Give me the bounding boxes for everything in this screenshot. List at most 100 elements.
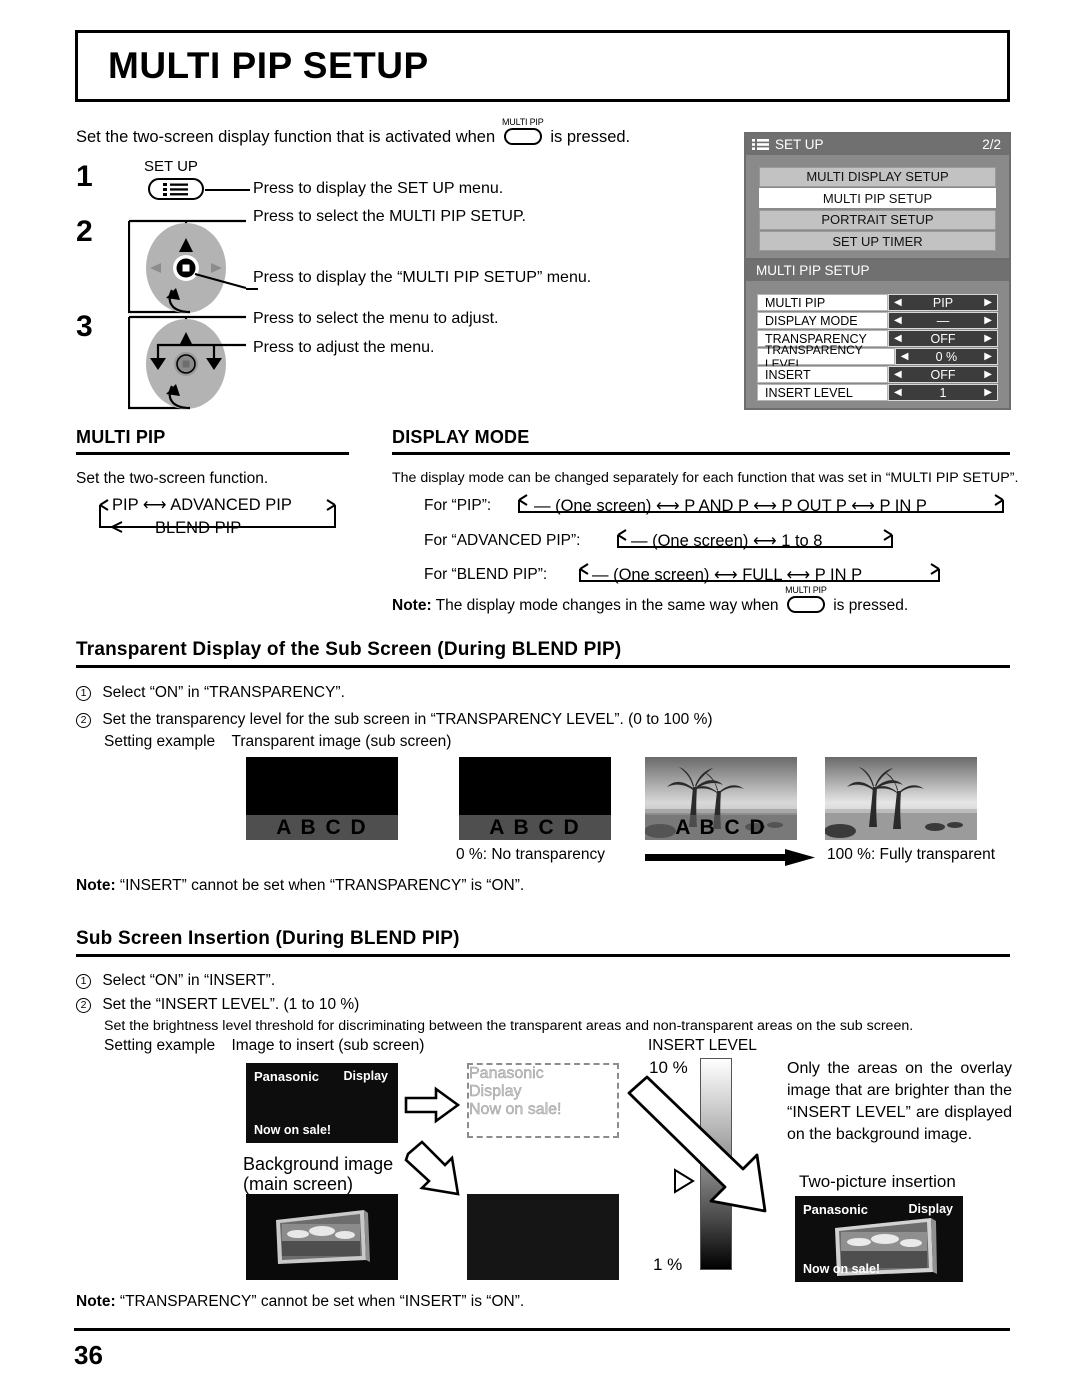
setup-remote-button[interactable] (148, 178, 204, 200)
background-image-sample (246, 1194, 398, 1280)
multi-pip-button-icon: MULTI PIP (785, 585, 827, 613)
transparency-sample-0: A B C D (246, 757, 398, 840)
note-text: “INSERT” cannot be set when “TRANSPARENC… (119, 877, 525, 894)
transparent-step-1: 1 Select “ON” in “TRANSPARENCY”. (76, 684, 345, 702)
osd-row-value-control[interactable]: ◀ 0 % ▶ (894, 348, 998, 365)
osd-item-multi-pip-setup[interactable]: MULTI PIP SETUP (759, 188, 996, 208)
transparent-step-1-text: Select “ON” in “TRANSPARENCY”. (102, 684, 345, 701)
osd-item-portrait-setup[interactable]: PORTRAIT SETUP (759, 209, 996, 230)
osd-setup-page-indicator: 2/2 (982, 137, 1001, 152)
intro-text-before: Set the two-screen display function that… (76, 128, 496, 146)
now-on-sale-text: Now on sale! (254, 1123, 332, 1137)
osd-row-value-control[interactable]: ◀ OFF ▶ (888, 366, 998, 383)
joystick-pad-step2[interactable] (128, 216, 248, 316)
multi-pip-button-icon: MULTI PIP (502, 117, 544, 145)
section-rule-multi-pip (76, 452, 349, 455)
insert-step-1-text: Select “ON” in “INSERT”. (102, 972, 276, 989)
setup-button-caption: SET UP (144, 158, 198, 175)
osd-row-value-control[interactable]: ◀ 1 ▶ (888, 384, 998, 401)
right-arrow-icon[interactable]: ▶ (984, 315, 992, 326)
display-mode-loop-blend (579, 563, 940, 582)
left-arrow-icon[interactable]: ◀ (894, 315, 902, 326)
transparency-caption-right: 100 %: Fully transparent (827, 846, 996, 863)
insert-subscreen-outline: Panasonic Display Now on sale! (467, 1063, 619, 1138)
two-picture-result: Panasonic Display Now on sale! (795, 1196, 963, 1282)
two-picture-insertion-label: Two-picture insertion (799, 1172, 956, 1191)
step-number-1: 1 (76, 160, 93, 193)
circled-number-2: 2 (76, 998, 91, 1013)
right-arrow-icon[interactable]: ▶ (984, 351, 992, 362)
transparency-progress-arrow-icon (645, 849, 815, 866)
page-title-box: MULTI PIP SETUP (75, 30, 1010, 102)
right-arrow-icon[interactable]: ▶ (984, 387, 992, 398)
transparency-sample-1: A B C D (459, 757, 611, 840)
setting-example-value: Image to insert (sub screen) (231, 1037, 425, 1054)
now-on-sale-text: Now on sale! (469, 1101, 562, 1118)
insert-scale-bottom-label: 1 % (653, 1255, 683, 1274)
note-text: “TRANSPARENCY” cannot be set when “INSER… (119, 1293, 525, 1310)
left-arrow-icon[interactable]: ◀ (894, 333, 902, 344)
display-mode-description: The display mode can be changed separate… (392, 470, 1019, 486)
osd-item-multi-display-setup[interactable]: MULTI DISPLAY SETUP (759, 166, 996, 187)
osd-row-label: INSERT (757, 366, 888, 383)
insert-subscreen-sample: Panasonic Display Now on sale! (246, 1063, 398, 1143)
osd-row-label: DISPLAY MODE (757, 312, 888, 329)
left-arrow-icon[interactable]: ◀ (901, 351, 909, 362)
leader-line-step1 (205, 189, 250, 191)
transparency-sample-2: A B C D (645, 757, 797, 840)
abcd-label: A B C D (459, 815, 611, 840)
abcd-label: A B C D (246, 815, 398, 840)
osd-row-value-control[interactable]: ◀ — ▶ (888, 312, 998, 329)
section-rule-transparent (76, 665, 1010, 668)
note-text-before: The display mode changes in the same way… (435, 597, 779, 614)
osd-setup-body: MULTI DISPLAY SETUP MULTI PIP SETUP PORT… (746, 155, 1009, 261)
osd-multipip-body: MULTI PIP ◀ PIP ▶ DISPLAY MODE ◀ — ▶ TRA… (746, 281, 1009, 408)
arrow-right-icon (404, 1086, 460, 1124)
panasonic-brand: Panasonic (254, 1069, 320, 1084)
osd-row-value: OFF (930, 331, 956, 346)
insert-setting-example: Setting example Image to insert (sub scr… (104, 1037, 424, 1055)
osd-row-value: OFF (930, 367, 956, 382)
osd-row-value: 0 % (935, 349, 958, 364)
right-arrow-icon[interactable]: ▶ (984, 369, 992, 380)
insert-result-placeholder (467, 1194, 619, 1280)
insert-step-2-text: Set the “INSERT LEVEL”. (1 to 10 %) (102, 996, 360, 1013)
insert-step-2: 2 Set the “INSERT LEVEL”. (1 to 10 %) (76, 996, 359, 1014)
osd-row-multi-pip[interactable]: MULTI PIP ◀ PIP ▶ (757, 294, 998, 311)
page-title: MULTI PIP SETUP (108, 45, 429, 86)
display-text: Display (908, 1202, 953, 1216)
insert-step-1: 1 Select “ON” in “INSERT”. (76, 972, 275, 990)
note-label: Note: (76, 877, 116, 894)
display-mode-row-label-blend: For “BLEND PIP”: (424, 566, 548, 583)
osd-row-value-control[interactable]: ◀ PIP ▶ (888, 294, 998, 311)
osd-row-value: — (936, 313, 950, 328)
transparency-sample-3 (825, 757, 977, 840)
right-arrow-icon[interactable]: ▶ (984, 333, 992, 344)
panasonic-brand: Panasonic (803, 1202, 869, 1217)
osd-item-set-up-timer[interactable]: SET UP TIMER (759, 231, 996, 251)
multi-pip-button-label: MULTI PIP (501, 117, 544, 127)
left-arrow-icon[interactable]: ◀ (894, 297, 902, 308)
intro-line: Set the two-screen display function that… (76, 117, 631, 147)
right-arrow-icon[interactable]: ▶ (984, 297, 992, 308)
left-arrow-icon[interactable]: ◀ (894, 387, 902, 398)
multi-pip-description: Set the two-screen function. (76, 470, 269, 487)
osd-row-transparency-level[interactable]: TRANSPARENCY LEVEL ◀ 0 % ▶ (757, 343, 998, 371)
intro-text-after: is pressed. (550, 128, 631, 146)
osd-row-value-control[interactable]: ◀ OFF ▶ (888, 330, 998, 347)
osd-row-insert[interactable]: INSERT ◀ OFF ▶ (757, 366, 998, 383)
display-mode-loop-advanced (617, 529, 893, 548)
osd-setup-menu: SET UP 2/2 MULTI DISPLAY SETUP MULTI PIP… (744, 132, 1011, 263)
note-label: Note: (76, 1293, 116, 1310)
osd-row-display-mode[interactable]: DISPLAY MODE ◀ — ▶ (757, 312, 998, 329)
left-arrow-icon[interactable]: ◀ (894, 369, 902, 380)
joystick-pad-step3[interactable] (128, 312, 248, 412)
step3-instruction-1: Press to select the menu to adjust. (253, 310, 499, 327)
osd-row-insert-level[interactable]: INSERT LEVEL ◀ 1 ▶ (757, 384, 998, 401)
tv-scene-icon (246, 1194, 398, 1280)
step-number-3: 3 (76, 310, 93, 343)
display-text: Display (343, 1069, 388, 1083)
display-mode-row-label-pip: For “PIP”: (424, 497, 492, 514)
transparency-caption-left: 0 %: No transparency (456, 846, 606, 863)
osd-multipip-title: MULTI PIP SETUP (756, 263, 870, 278)
